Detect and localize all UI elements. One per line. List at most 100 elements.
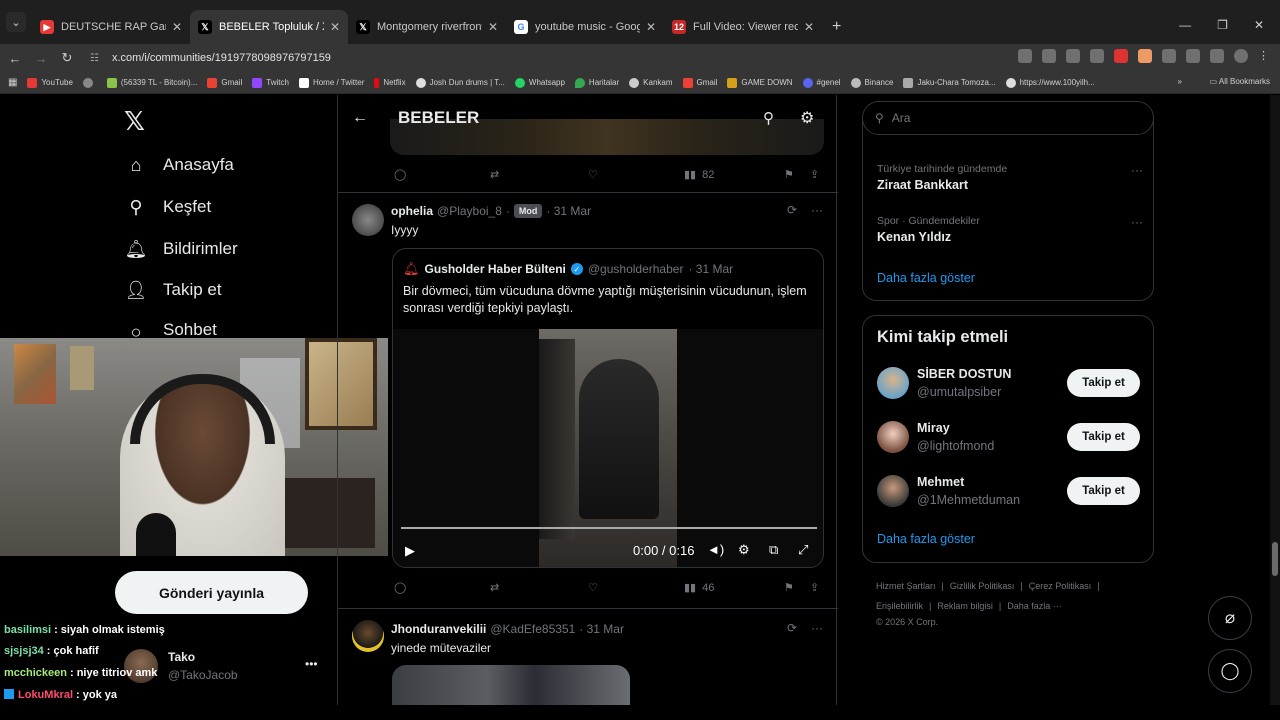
extension-icon[interactable] <box>1162 49 1176 63</box>
like-icon[interactable]: ♡ <box>588 581 598 594</box>
bookmark-item[interactable]: Twitch <box>252 77 289 88</box>
close-tab-icon[interactable]: ✕ <box>330 20 340 34</box>
footer-link[interactable]: Gizlilik Politikası <box>950 581 1015 591</box>
repost-icon[interactable]: ⇄ <box>490 168 499 181</box>
bookmark-item[interactable]: Gmail <box>207 77 242 88</box>
nav-chat[interactable]: ○ Sohbet <box>124 320 217 338</box>
close-tab-icon[interactable]: ✕ <box>172 20 182 34</box>
nav-notifications[interactable]: 🔔︎ Bildirimler <box>124 237 238 261</box>
bookmark-item[interactable]: Jaku-Chara Tomoza... <box>903 77 996 88</box>
author-handle[interactable]: @KadEfe85351 <box>490 622 575 636</box>
avatar[interactable] <box>877 421 909 453</box>
bookmark-item[interactable]: Haritalar <box>574 77 619 88</box>
trend-item[interactable]: Türkiye tarihinde gündemde Ziraat Bankka… <box>877 163 1007 192</box>
profile-avatar-icon[interactable] <box>1234 49 1248 63</box>
scrollbar-thumb[interactable] <box>1272 542 1278 576</box>
footer-link[interactable]: Daha fazla ··· <box>1007 601 1062 611</box>
show-more-link[interactable]: Daha fazla göster <box>877 271 975 285</box>
fullscreen-icon[interactable]: ⤢ <box>798 542 808 558</box>
install-icon[interactable] <box>1042 49 1056 63</box>
nav-follow[interactable]: 👤︎ Takip et <box>124 278 222 302</box>
apps-grid-icon[interactable]: ▦ <box>8 77 17 88</box>
follow-suggestion[interactable]: SİBER DOSTUN @umutalpsiber Takip et <box>877 367 1141 401</box>
bookmark-item[interactable] <box>82 77 97 88</box>
browser-tab-1[interactable]: 𝕏 BEBELER Topluluk / X ✕ <box>190 10 348 44</box>
browser-tab-4[interactable]: 12 Full Video: Viewer records as M ✕ <box>664 10 822 44</box>
extensions-puzzle-icon[interactable] <box>1186 49 1200 63</box>
menu-dots-icon[interactable]: ⋮ <box>1258 49 1272 63</box>
extension-orange-icon[interactable] <box>1138 49 1152 63</box>
more-icon[interactable]: ••• <box>305 657 318 671</box>
close-tab-icon[interactable]: ✕ <box>804 20 814 34</box>
post-date[interactable]: · 31 Mar <box>546 204 591 218</box>
tab-search-icon[interactable]: ⌄ <box>6 12 26 32</box>
extension-red-icon[interactable] <box>1114 49 1128 63</box>
more-options-icon[interactable]: ··· <box>811 621 823 635</box>
quoted-post[interactable]: 🔔︎ Gusholder Haber Bülteni ✓ @gusholderh… <box>392 248 824 568</box>
bookmark-item[interactable]: Netflix <box>374 77 406 88</box>
bookmark-item[interactable]: YouTube <box>27 77 73 88</box>
follow-suggestion[interactable]: Miray @lightofmond Takip et <box>877 421 1141 455</box>
minimize-icon[interactable]: — <box>1179 18 1191 32</box>
media-control-icon[interactable] <box>1210 49 1224 63</box>
views-stat[interactable]: ▮▮ 46 <box>684 581 714 595</box>
gear-icon[interactable]: ⚙ <box>800 108 814 128</box>
avatar[interactable] <box>877 475 909 507</box>
browser-tab-0[interactable]: ▶ DEUTSCHE RAP Gankster Brude ✕ <box>32 10 190 44</box>
reload-icon[interactable]: ↻ <box>54 50 80 66</box>
bookmarks-overflow-icon[interactable]: » <box>1178 77 1182 86</box>
grok-icon[interactable]: ⟳ <box>787 203 797 217</box>
translate-icon[interactable] <box>1018 49 1032 63</box>
follow-button[interactable]: Takip et <box>1067 477 1140 505</box>
close-tab-icon[interactable]: ✕ <box>646 20 656 34</box>
browser-tab-3[interactable]: G youtube music - Google'da Ara ✕ <box>506 10 664 44</box>
play-icon[interactable]: ▶ <box>405 543 415 559</box>
bookmark-item[interactable]: Binance <box>850 77 893 88</box>
settings-icon[interactable]: ⚙ <box>738 542 750 558</box>
bookmark-item[interactable]: GAME DOWN <box>727 77 793 88</box>
author-name[interactable]: Jhonduranvekilii <box>391 622 486 636</box>
site-info-icon[interactable]: ☷ <box>90 53 102 64</box>
pip-icon[interactable]: ⧉ <box>769 542 778 558</box>
nav-home[interactable]: ⌂ Anasayfa <box>124 153 234 177</box>
page-scrollbar[interactable] <box>1270 95 1280 705</box>
bookmark-item[interactable]: Josh Dun drums | T... <box>415 77 505 88</box>
search-icon[interactable]: ⚲ <box>763 109 774 127</box>
post-media-image[interactable] <box>392 665 630 705</box>
post[interactable]: ophelia @Playboi_8 · Mod · 31 Mar ⟳ ··· … <box>338 192 838 608</box>
messages-fab-icon[interactable]: ◯ <box>1208 649 1252 693</box>
all-bookmarks-button[interactable]: ▭ All Bookmarks <box>1210 77 1270 86</box>
bookmark-item[interactable]: #genel <box>802 77 841 88</box>
bookmark-item[interactable]: (56339 TL - Bitcoin)... <box>106 77 197 88</box>
grok-fab-icon[interactable]: ⌀ <box>1208 596 1252 640</box>
avatar[interactable] <box>352 620 384 652</box>
video-player[interactable]: ▶ 0:00 / 0:16 ◄) ⚙ ⧉ ⤢ <box>393 329 823 567</box>
views-stat[interactable]: ▮▮ 82 <box>684 168 714 182</box>
browser-tab-2[interactable]: 𝕏 Montgomery riverfront brawl - ✕ <box>348 10 506 44</box>
author-name[interactable]: ophelia <box>391 204 433 218</box>
address-bar[interactable]: ☷ x.com/i/communities/191977809897679715… <box>80 46 990 70</box>
bookmark-star-icon[interactable] <box>1090 49 1104 63</box>
more-options-icon[interactable]: ··· <box>811 203 823 217</box>
bookmark-item[interactable]: Whatsapp <box>514 77 565 88</box>
reply-icon[interactable]: ◯ <box>394 168 406 181</box>
zoom-icon[interactable] <box>1066 49 1080 63</box>
volume-icon[interactable]: ◄) <box>707 542 724 557</box>
follow-button[interactable]: Takip et <box>1067 369 1140 397</box>
share-icon[interactable]: ⇪ <box>810 581 819 594</box>
avatar[interactable] <box>352 204 384 236</box>
like-icon[interactable]: ♡ <box>588 168 598 181</box>
more-options-icon[interactable]: ··· <box>1131 215 1143 229</box>
post-button[interactable]: Gönderi yayınla <box>115 571 308 614</box>
video-progress-bar[interactable] <box>401 527 817 529</box>
more-options-icon[interactable]: ··· <box>1131 163 1143 177</box>
footer-link[interactable]: Çerez Politikası <box>1029 581 1092 591</box>
reply-icon[interactable]: ◯ <box>394 581 406 594</box>
bookmark-item[interactable]: Home / Twitter <box>298 77 364 88</box>
follow-button[interactable]: Takip et <box>1067 423 1140 451</box>
back-icon[interactable]: ← <box>2 51 28 66</box>
close-tab-icon[interactable]: ✕ <box>488 20 498 34</box>
trend-item[interactable]: Spor · Gündemdekiler Kenan Yıldız <box>877 215 980 244</box>
footer-link[interactable]: Hizmet Şartları <box>876 581 936 591</box>
bookmark-item[interactable]: https://www.100yilh... <box>1005 77 1095 88</box>
